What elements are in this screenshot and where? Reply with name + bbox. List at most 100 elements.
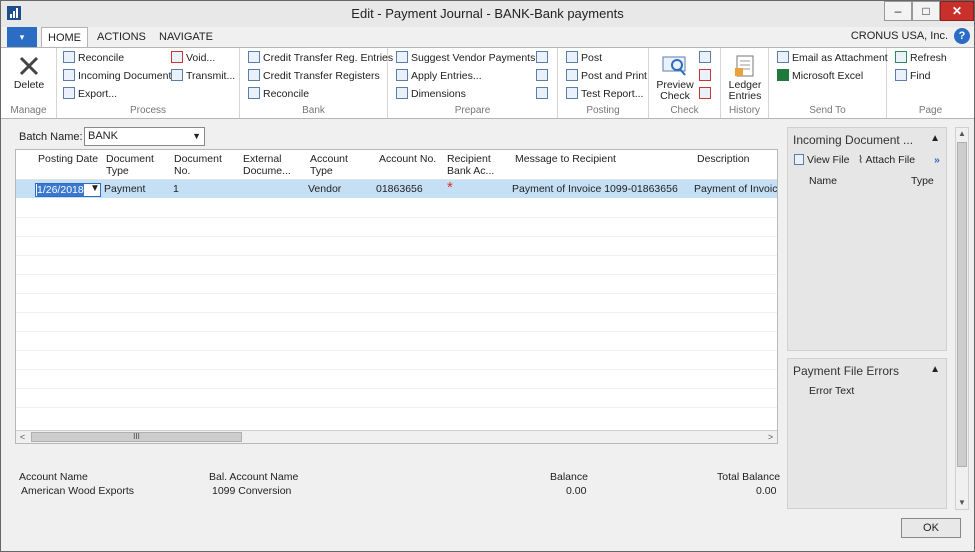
group-prepare: Suggest Vendor Payments... Apply Entries… bbox=[388, 48, 558, 118]
collapse-icon[interactable]: ▲ bbox=[930, 364, 940, 375]
refresh-icon bbox=[536, 69, 548, 81]
preview-check-button[interactable]: Preview Check bbox=[653, 54, 697, 102]
refresh-icon bbox=[895, 51, 907, 63]
maximize-button[interactable]: □ bbox=[912, 1, 940, 21]
register-entries-icon bbox=[248, 51, 260, 63]
scroll-thumb[interactable]: III bbox=[31, 432, 242, 442]
collapse-icon[interactable]: ▲ bbox=[930, 133, 940, 144]
message-cell[interactable]: Payment of Invoice 1099-01863656 bbox=[512, 183, 678, 195]
batch-name-select[interactable]: BANK ▼ bbox=[84, 127, 205, 146]
balance-value: 0.00 bbox=[566, 485, 587, 497]
email-as-attachment-button[interactable]: Email as Attachment bbox=[777, 50, 888, 67]
credit-transfer-reg-entries-button[interactable]: Credit Transfer Reg. Entries bbox=[248, 50, 393, 67]
scroll-left-icon[interactable]: < bbox=[16, 431, 29, 443]
view-file-button[interactable]: View File bbox=[794, 154, 849, 166]
incoming-document-label: Incoming Document bbox=[78, 70, 172, 82]
scroll-right-icon[interactable]: > bbox=[764, 431, 777, 443]
date-dropdown-icon[interactable]: ▼ bbox=[90, 183, 100, 195]
ribbon-tabs: ▾ HOME ACTIONS NAVIGATE CRONUS USA, Inc.… bbox=[1, 27, 974, 48]
row-divider bbox=[16, 331, 777, 332]
file-icon bbox=[794, 154, 804, 165]
check-extra-button-2[interactable] bbox=[699, 68, 714, 85]
check-extra-button-3[interactable] bbox=[699, 86, 714, 103]
export-label: Export... bbox=[78, 88, 118, 100]
void-all-icon bbox=[699, 87, 711, 99]
row-divider bbox=[16, 274, 777, 275]
group-label-check: Check bbox=[670, 105, 699, 116]
group-label-send-to: Send To bbox=[809, 105, 846, 116]
required-field-marker: * bbox=[447, 179, 453, 196]
transmit-button[interactable]: Transmit... bbox=[171, 68, 235, 85]
prepare-extra-button-3[interactable] bbox=[536, 86, 551, 103]
apply-entries-button[interactable]: Apply Entries... bbox=[396, 68, 482, 85]
dimensions-button[interactable]: Dimensions bbox=[396, 86, 466, 103]
scroll-down-icon[interactable]: ▼ bbox=[956, 497, 968, 509]
incoming-document-button[interactable]: Incoming Document bbox=[63, 68, 171, 85]
transmit-label: Transmit... bbox=[186, 70, 236, 82]
refresh-button[interactable]: Refresh bbox=[895, 50, 947, 67]
group-check: Preview Check Check bbox=[649, 48, 721, 118]
description-cell[interactable]: Payment of Invoice bbox=[694, 183, 777, 195]
prepare-extra-button-1[interactable] bbox=[536, 50, 551, 67]
void-button[interactable]: Void... bbox=[171, 50, 215, 67]
tab-navigate[interactable]: NAVIGATE bbox=[153, 27, 219, 47]
dimensions-label: Dimensions bbox=[411, 88, 466, 100]
dimensions-icon bbox=[396, 87, 408, 99]
email-icon bbox=[777, 51, 789, 63]
document-no-cell[interactable]: 1 bbox=[173, 183, 179, 195]
ok-button[interactable]: OK bbox=[901, 518, 961, 538]
attach-file-button[interactable]: ⌇ Attach File bbox=[858, 154, 915, 166]
balance-label: Balance bbox=[550, 471, 588, 483]
tab-home[interactable]: HOME bbox=[41, 27, 88, 48]
delete-button[interactable]: Delete bbox=[9, 54, 49, 91]
window-title: Edit - Payment Journal - BANK-Bank payme… bbox=[351, 6, 624, 21]
close-button[interactable]: ✕ bbox=[940, 1, 974, 21]
microsoft-excel-button[interactable]: Microsoft Excel bbox=[777, 68, 863, 85]
reconcile-bank-button[interactable]: Reconcile bbox=[248, 86, 309, 103]
post-and-print-button[interactable]: Post and Print bbox=[566, 68, 647, 85]
col-message-to-recipient[interactable]: Message to Recipient bbox=[515, 153, 616, 165]
col-document-type[interactable]: Document Type bbox=[106, 153, 154, 177]
test-report-button[interactable]: Test Report... bbox=[566, 86, 643, 103]
col-account-type[interactable]: Account Type bbox=[310, 153, 348, 177]
row-divider bbox=[16, 369, 777, 370]
find-label: Find bbox=[910, 70, 931, 82]
post-button[interactable]: Post bbox=[566, 50, 602, 67]
account-type-cell[interactable]: Vendor bbox=[308, 183, 341, 195]
void-check-icon bbox=[699, 69, 711, 81]
vertical-scrollbar[interactable]: ▲ ▼ bbox=[955, 127, 969, 510]
col-recipient-bank-account[interactable]: Recipient Bank Ac... bbox=[447, 153, 494, 177]
export-icon bbox=[63, 87, 75, 99]
suggest-vendor-payments-button[interactable]: Suggest Vendor Payments... bbox=[396, 50, 544, 67]
prepare-extra-button-2[interactable] bbox=[536, 68, 551, 85]
minimize-button[interactable]: ‒ bbox=[884, 1, 912, 21]
title-bar: Edit - Payment Journal - BANK-Bank payme… bbox=[1, 1, 974, 27]
col-account-no[interactable]: Account No. bbox=[379, 153, 436, 165]
reconcile-process-button[interactable]: Reconcile bbox=[63, 50, 124, 67]
document-type-cell[interactable]: Payment bbox=[104, 183, 145, 195]
group-label-manage: Manage bbox=[10, 105, 47, 116]
col-external-document[interactable]: External Docume... bbox=[243, 153, 291, 177]
find-button[interactable]: Find bbox=[895, 68, 930, 85]
scroll-up-icon[interactable]: ▲ bbox=[956, 128, 968, 140]
col-document-no[interactable]: Document No. bbox=[174, 153, 222, 177]
col-posting-date[interactable]: Posting Date bbox=[38, 153, 98, 165]
help-icon[interactable]: ? bbox=[954, 28, 970, 44]
account-no-cell[interactable]: 01863656 bbox=[376, 183, 423, 195]
export-button[interactable]: Export... bbox=[63, 86, 117, 103]
excel-icon bbox=[777, 69, 789, 81]
reconcile-icon bbox=[63, 51, 75, 63]
application-menu-button[interactable]: ▾ bbox=[7, 27, 37, 47]
scroll-thumb[interactable] bbox=[957, 142, 967, 467]
ledger-entries-button[interactable]: Ledger Entries bbox=[723, 54, 767, 102]
tab-actions[interactable]: ACTIONS bbox=[91, 27, 152, 47]
delete-label: Delete bbox=[13, 79, 45, 91]
col-description[interactable]: Description bbox=[697, 153, 750, 165]
col-document-type-line2: Type bbox=[106, 165, 129, 177]
col-account-type-line1: Account bbox=[310, 153, 348, 165]
check-extra-button-1[interactable] bbox=[699, 50, 714, 67]
horizontal-scrollbar[interactable]: < III > bbox=[16, 430, 777, 443]
credit-transfer-registers-button[interactable]: Credit Transfer Registers bbox=[248, 68, 380, 85]
col-type: Type bbox=[911, 175, 934, 187]
more-actions-icon[interactable]: » bbox=[934, 154, 940, 166]
